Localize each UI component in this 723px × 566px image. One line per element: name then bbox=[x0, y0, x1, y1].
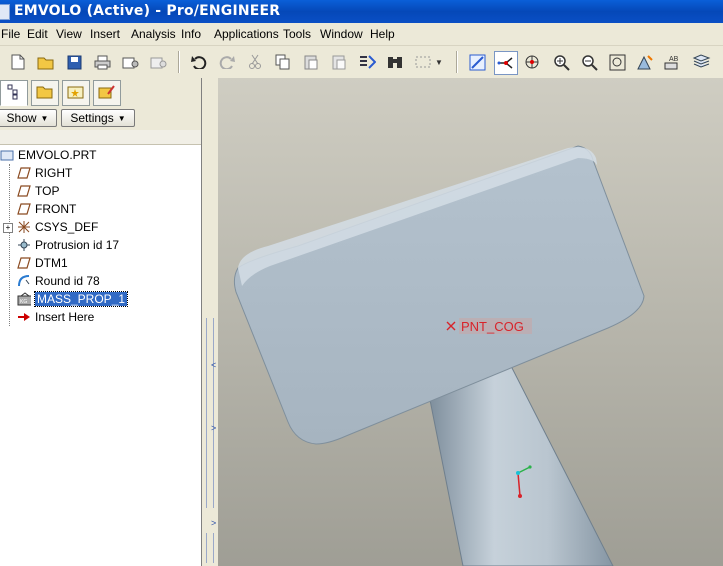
model-view[interactable]: PNT_COG bbox=[218, 78, 723, 566]
datum-plane-icon bbox=[17, 184, 31, 198]
tree-item-label: FRONT bbox=[35, 202, 77, 216]
orient-mode-icon[interactable] bbox=[523, 52, 543, 72]
connections-icon bbox=[98, 84, 116, 103]
tree-item-label: MASS_PROP_1 bbox=[33, 291, 129, 307]
menu-analysis[interactable]: Analysis bbox=[131, 27, 176, 41]
folder-icon bbox=[36, 84, 54, 103]
tree-item-top[interactable]: TOP bbox=[17, 182, 59, 200]
tree-item-label: CSYS_DEF bbox=[35, 220, 99, 234]
svg-text:KG: KG bbox=[20, 299, 27, 305]
menu-tools[interactable]: Tools bbox=[283, 27, 311, 41]
settings-label: Settings bbox=[70, 111, 114, 125]
show-dropdown[interactable]: Show ▼ bbox=[0, 109, 57, 127]
tree-item-round[interactable]: Round id 78 bbox=[17, 272, 100, 290]
model-tree-icon bbox=[7, 84, 21, 103]
tree-column-header bbox=[0, 130, 201, 145]
cut-icon[interactable] bbox=[245, 52, 265, 72]
spin-center-icon[interactable] bbox=[494, 51, 518, 75]
tree-item-right[interactable]: RIGHT bbox=[17, 164, 72, 182]
title-bar: EMVOLO (Active) - Pro/ENGINEER bbox=[0, 0, 723, 23]
regenerate-icon[interactable] bbox=[357, 52, 377, 72]
reorient-icon[interactable] bbox=[635, 52, 655, 72]
tree-item-dtm1[interactable]: DTM1 bbox=[17, 254, 68, 272]
tree-item-csys-def[interactable]: CSYS_DEF bbox=[17, 218, 98, 236]
refit-icon[interactable] bbox=[607, 52, 627, 72]
tree-root[interactable]: EMVOLO.PRT bbox=[0, 146, 96, 164]
expand-toggle[interactable]: + bbox=[3, 223, 13, 233]
protrusion-icon bbox=[17, 238, 31, 252]
undo-icon[interactable] bbox=[189, 52, 209, 72]
favorites-icon bbox=[67, 84, 85, 103]
zoom-in-icon[interactable] bbox=[551, 52, 571, 72]
menu-help[interactable]: Help bbox=[370, 27, 395, 41]
tree-item-label: Round id 78 bbox=[35, 274, 100, 288]
find-icon[interactable] bbox=[385, 52, 405, 72]
menu-insert[interactable]: Insert bbox=[90, 27, 120, 41]
tab-folder-browser[interactable] bbox=[31, 80, 59, 106]
tree-item-front[interactable]: FRONT bbox=[17, 200, 76, 218]
tree-item-insert-here[interactable]: Insert Here bbox=[17, 308, 94, 326]
menu-applications[interactable]: Applications bbox=[214, 27, 279, 41]
app-icon bbox=[0, 4, 10, 20]
menu-edit[interactable]: Edit bbox=[27, 27, 48, 41]
main-toolbar: ▼ AB bbox=[0, 46, 723, 79]
menu-bar: File Edit View Insert Analysis Info Appl… bbox=[0, 23, 723, 46]
tree-buttons-row: Show ▼ Settings ▼ bbox=[0, 106, 201, 131]
layers-icon[interactable] bbox=[691, 52, 711, 72]
chevron-right-icon[interactable]: > bbox=[211, 518, 216, 528]
navigator-tabs bbox=[0, 78, 201, 106]
datum-plane-icon bbox=[17, 256, 31, 270]
print-icon[interactable] bbox=[92, 52, 112, 72]
graphics-viewport[interactable]: PNT_COG bbox=[218, 78, 723, 566]
part-icon bbox=[0, 148, 14, 162]
chevron-left-icon[interactable]: < bbox=[211, 360, 216, 370]
menu-info[interactable]: Info bbox=[181, 27, 201, 41]
window-title: EMVOLO (Active) - Pro/ENGINEER bbox=[14, 3, 281, 19]
tab-model-tree[interactable] bbox=[0, 80, 28, 106]
model-tree-panel: Show ▼ Settings ▼ EMVOLO.PRT RIGHT TOP F… bbox=[0, 78, 202, 566]
tree-item-label: Insert Here bbox=[35, 310, 95, 324]
insert-arrow-icon bbox=[17, 310, 31, 324]
csys-icon bbox=[17, 220, 31, 234]
analysis-icon: KG bbox=[17, 292, 31, 306]
chevron-down-icon: ▼ bbox=[117, 113, 126, 123]
paste-icon[interactable] bbox=[301, 52, 321, 72]
new-file-icon[interactable] bbox=[8, 52, 28, 72]
svg-text:AB: AB bbox=[669, 56, 679, 63]
point-label: PNT_COG bbox=[461, 319, 524, 334]
selection-box-icon[interactable] bbox=[413, 52, 433, 72]
send-mail-icon[interactable] bbox=[120, 52, 140, 72]
tree-item-label: DTM1 bbox=[35, 256, 68, 270]
saved-views-icon[interactable]: AB bbox=[663, 52, 683, 72]
zoom-out-icon[interactable] bbox=[579, 52, 599, 72]
tree-item-label: Protrusion id 17 bbox=[35, 238, 120, 252]
tree-item-label: RIGHT bbox=[35, 166, 73, 180]
chevron-down-icon: ▼ bbox=[40, 113, 49, 123]
copy-icon[interactable] bbox=[273, 52, 293, 72]
settings-dropdown[interactable]: Settings ▼ bbox=[61, 109, 135, 127]
redo-icon[interactable] bbox=[217, 52, 237, 72]
open-folder-icon[interactable] bbox=[36, 52, 56, 72]
datum-plane-icon bbox=[17, 202, 31, 216]
chevron-right-icon[interactable]: > bbox=[211, 423, 216, 433]
save-icon[interactable] bbox=[64, 52, 84, 72]
send-link-icon[interactable] bbox=[148, 52, 168, 72]
tree-item-protrusion[interactable]: Protrusion id 17 bbox=[17, 236, 119, 254]
tree-item-label: TOP bbox=[35, 184, 60, 198]
menu-window[interactable]: Window bbox=[320, 27, 363, 41]
tab-connections[interactable] bbox=[93, 80, 121, 106]
paste-special-icon[interactable] bbox=[329, 52, 349, 72]
tree-item-mass-prop[interactable]: KG MASS_PROP_1 bbox=[17, 290, 129, 308]
show-label: Show bbox=[6, 111, 37, 125]
selection-dropdown-icon[interactable]: ▼ bbox=[434, 52, 444, 72]
menu-file[interactable]: File bbox=[1, 27, 20, 41]
datum-display-icon[interactable] bbox=[467, 52, 487, 72]
panel-splitter[interactable]: < > > bbox=[202, 78, 218, 566]
tab-favorites[interactable] bbox=[62, 80, 90, 106]
tree-root-label: EMVOLO.PRT bbox=[18, 148, 97, 162]
round-icon bbox=[17, 274, 31, 288]
datum-plane-icon bbox=[17, 166, 31, 180]
menu-view[interactable]: View bbox=[56, 27, 82, 41]
